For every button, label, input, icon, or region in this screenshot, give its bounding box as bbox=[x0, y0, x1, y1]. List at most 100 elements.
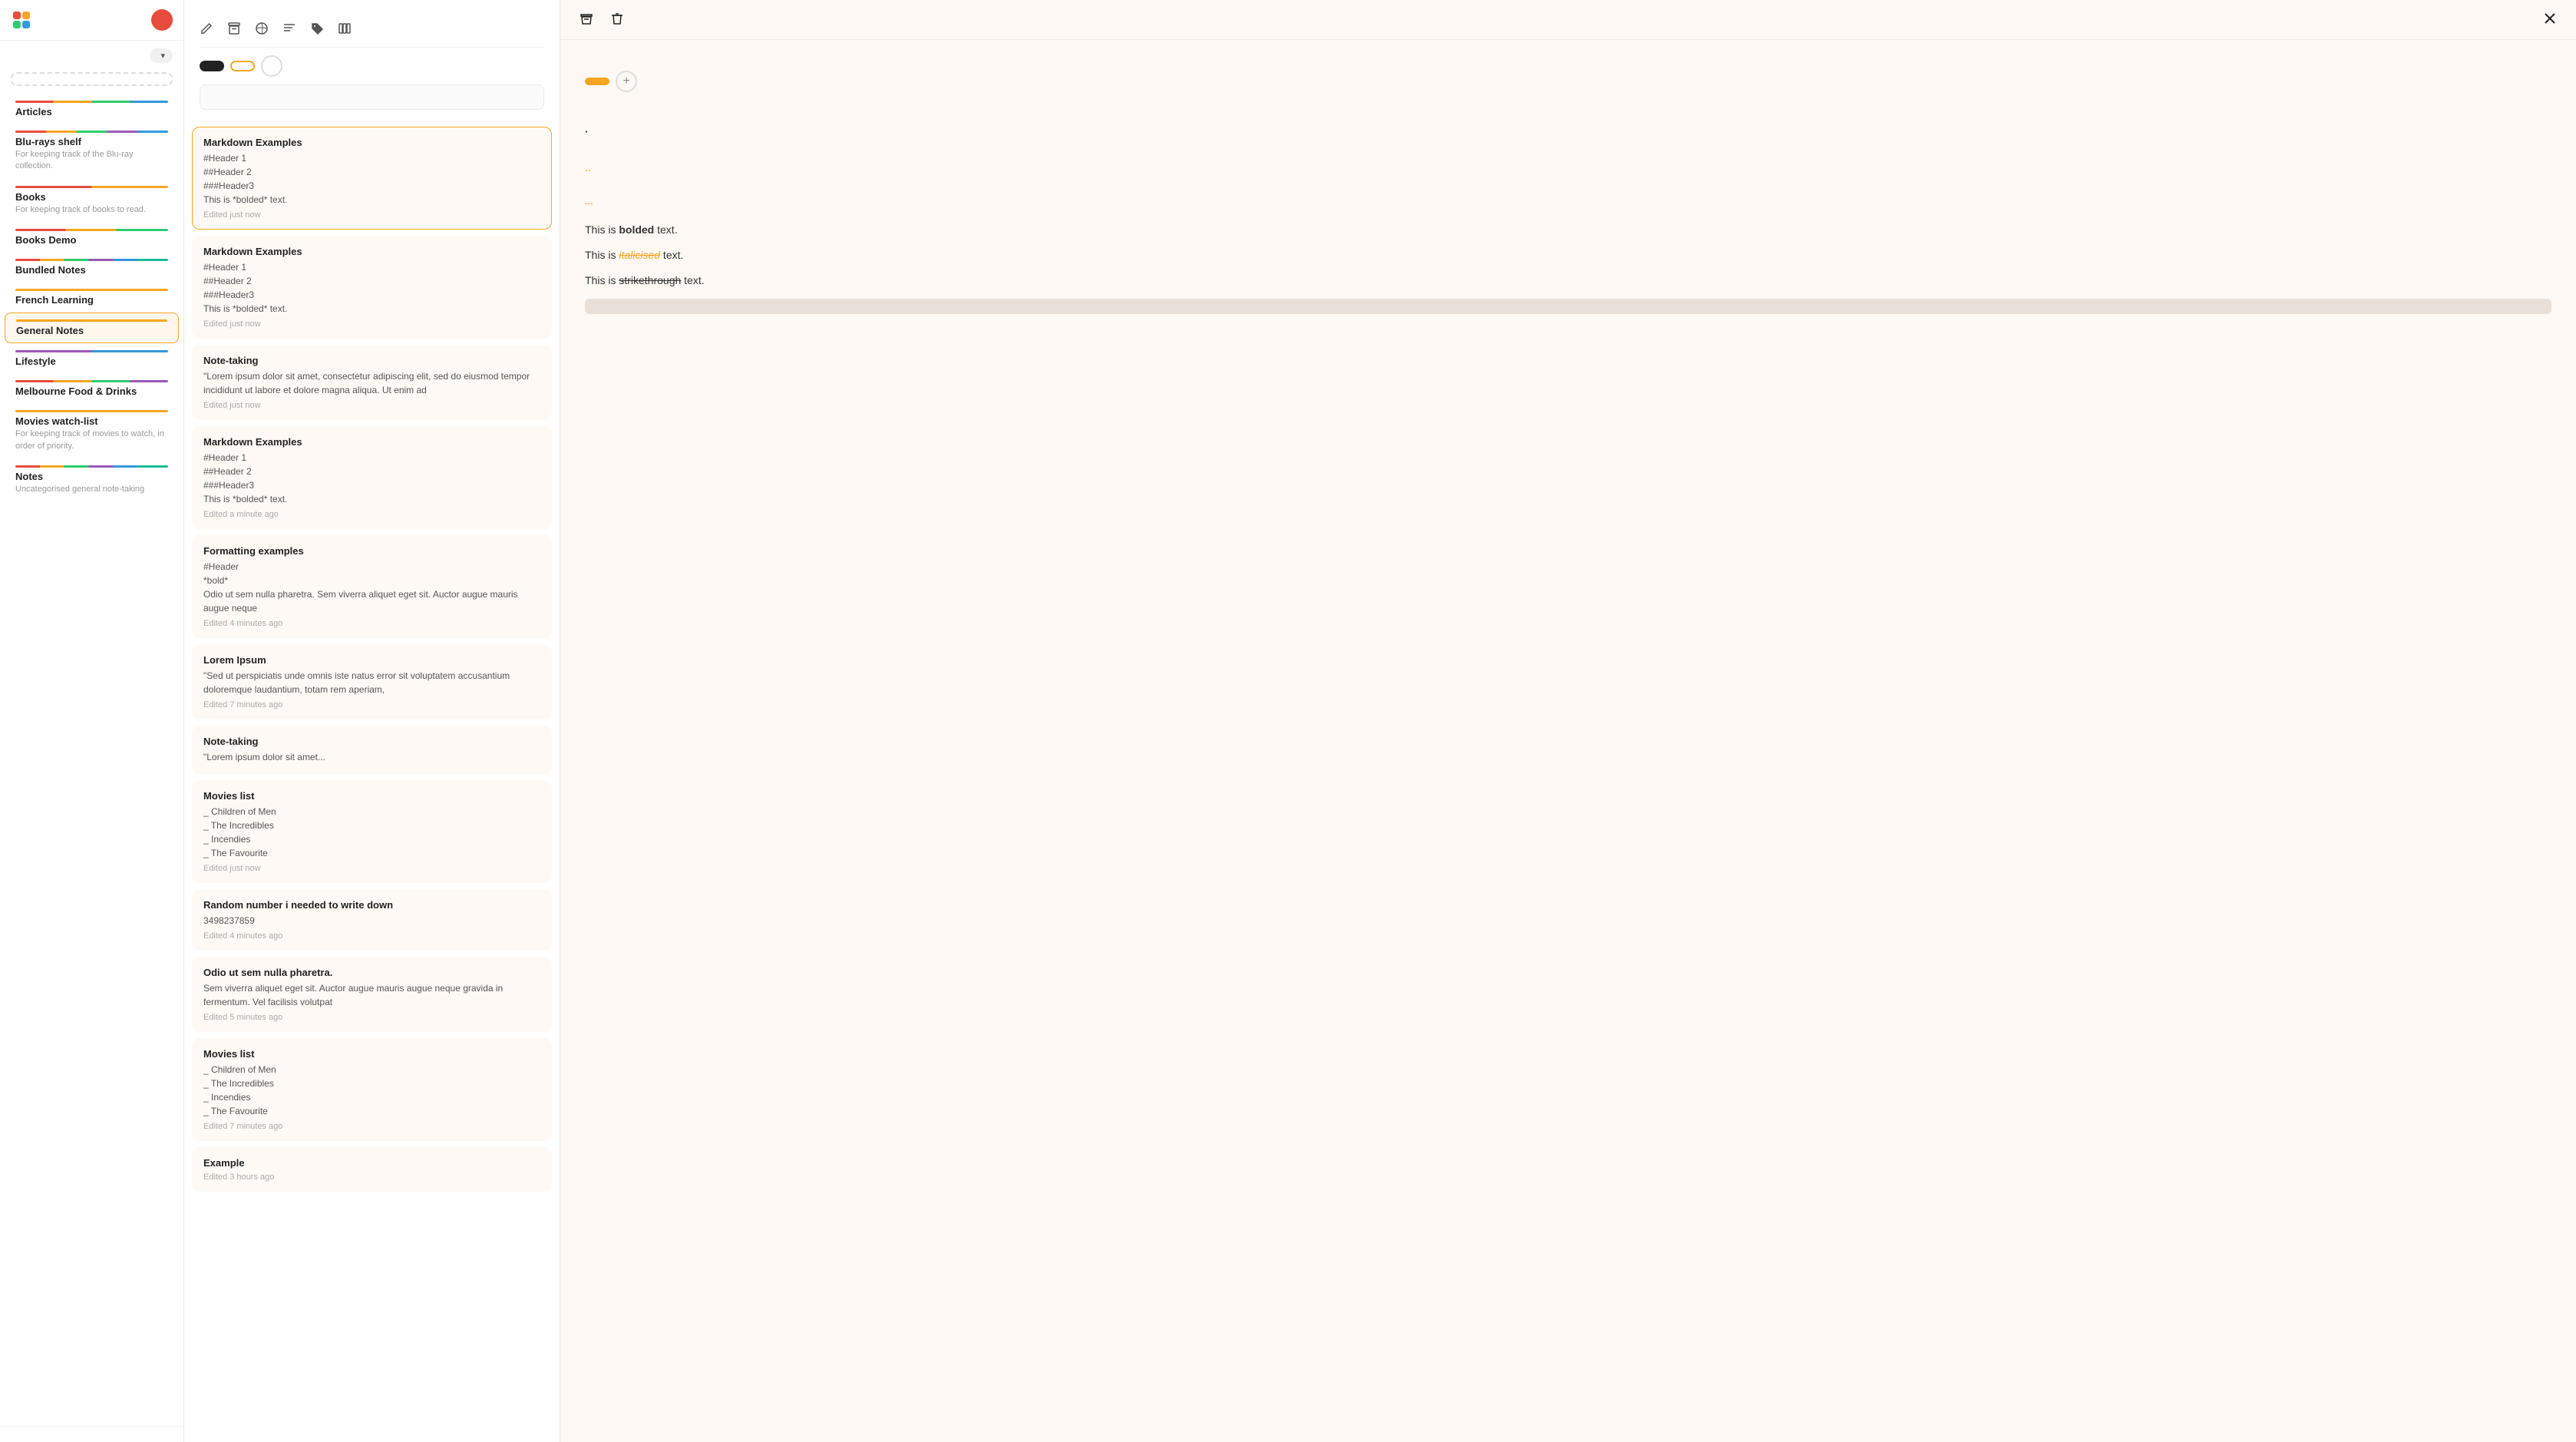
sidebar-item-booksdemo[interactable]: Books Demo bbox=[5, 223, 179, 252]
markdown-body: · ·· ··· This is bolded text. This is it… bbox=[585, 111, 2551, 314]
boards-button[interactable] bbox=[338, 21, 352, 38]
note-card-time: Edited just now bbox=[203, 401, 540, 410]
modify-button[interactable] bbox=[200, 21, 213, 38]
bundle-name: Melbourne Food & Drinks bbox=[15, 385, 168, 397]
note-card[interactable]: Random number i needed to write down 349… bbox=[192, 889, 552, 951]
sidebar-list: Articles Blu-rays shelf For keeping trac… bbox=[0, 91, 183, 1426]
note-card-body: Sem viverra aliquet eget sit. Auctor aug… bbox=[203, 981, 540, 1009]
note-card[interactable]: Markdown Examples #Header 1##Header 2###… bbox=[192, 236, 552, 339]
sort-button[interactable] bbox=[282, 21, 296, 38]
bundle-name: Movies watch-list bbox=[15, 415, 168, 427]
toolbar bbox=[200, 21, 544, 48]
tag-badge[interactable] bbox=[585, 78, 609, 85]
bundle-bar bbox=[15, 350, 168, 352]
code-block bbox=[585, 299, 2551, 314]
note-card-body: #Header*bold*Odio ut sem nulla pharetra.… bbox=[203, 560, 540, 615]
detail-toolbar bbox=[560, 0, 2576, 40]
bundle-bar bbox=[15, 259, 168, 261]
bundle-desc: For keeping track of books to read. bbox=[15, 204, 168, 216]
sort-button[interactable]: ▾ bbox=[150, 48, 173, 63]
bundle-bar bbox=[15, 101, 168, 103]
close-button[interactable] bbox=[2542, 11, 2558, 28]
note-card-title: Movies list bbox=[203, 1048, 540, 1060]
note-card[interactable]: Example Edited 3 hours ago bbox=[192, 1147, 552, 1192]
note-card[interactable]: Formatting examples #Header*bold*Odio ut… bbox=[192, 535, 552, 638]
filter-add-button[interactable] bbox=[261, 55, 282, 77]
delete-icon bbox=[609, 11, 625, 26]
bundle-name: Articles bbox=[15, 106, 168, 117]
note-card-title: Note-taking bbox=[203, 355, 540, 366]
note-card[interactable]: Lorem Ipsum "Sed ut perspiciatis unde om… bbox=[192, 644, 552, 719]
bundle-name: French Learning bbox=[15, 294, 168, 306]
tag-options-button[interactable] bbox=[310, 21, 324, 38]
sidebar-item-articles[interactable]: Articles bbox=[5, 94, 179, 124]
bundle-bar bbox=[15, 229, 168, 231]
sidebar-item-lifestyle[interactable]: Lifestyle bbox=[5, 344, 179, 373]
note-card[interactable]: Markdown Examples #Header 1##Header 2###… bbox=[192, 127, 552, 230]
close-icon bbox=[2542, 11, 2558, 26]
note-card-body: _ Children of Men_ The Incredibles_ Ince… bbox=[203, 805, 540, 860]
note-card-time: Edited just now bbox=[203, 319, 540, 329]
layout-icon bbox=[255, 21, 269, 35]
sidebar-header bbox=[0, 0, 183, 41]
archive-button[interactable] bbox=[579, 11, 594, 28]
note-card-time: Edited 3 hours ago bbox=[203, 1172, 540, 1182]
sidebar-item-bundled[interactable]: Bundled Notes bbox=[5, 253, 179, 282]
note-card-time: Edited 7 minutes ago bbox=[203, 700, 540, 709]
bundle-bar bbox=[15, 465, 168, 468]
filter-general-button[interactable] bbox=[230, 61, 255, 71]
entries-info bbox=[184, 117, 560, 127]
sidebar-item-general[interactable]: General Notes bbox=[5, 313, 179, 343]
sidebar-footer bbox=[0, 1426, 183, 1442]
md-h2: ·· bbox=[585, 154, 2551, 184]
filter-row bbox=[184, 48, 560, 77]
strike-text: strikethrough bbox=[619, 274, 681, 286]
note-card-body: #Header 1##Header 2###Header3This is *bo… bbox=[203, 260, 540, 316]
sidebar-item-melbourne[interactable]: Melbourne Food & Drinks bbox=[5, 374, 179, 403]
detail-tags: + bbox=[585, 71, 2551, 92]
bold-text: bolded bbox=[619, 223, 654, 236]
h1-prefix: · bbox=[585, 126, 588, 137]
note-card-body: #Header 1##Header 2###Header3This is *bo… bbox=[203, 451, 540, 506]
bundle-name: Notes bbox=[15, 471, 168, 482]
note-card-time: Edited 4 minutes ago bbox=[203, 931, 540, 941]
note-card[interactable]: Markdown Examples #Header 1##Header 2###… bbox=[192, 426, 552, 529]
bundles-header: ▾ bbox=[0, 41, 183, 68]
note-card-time: Edited just now bbox=[203, 210, 540, 220]
bundle-name: Blu-rays shelf bbox=[15, 136, 168, 147]
note-card[interactable]: Note-taking "Lorem ipsum dolor sit amet,… bbox=[192, 345, 552, 420]
app-logo-icon bbox=[11, 9, 32, 31]
sidebar-item-books[interactable]: Books For keeping track of books to read… bbox=[5, 180, 179, 222]
bundle-bar bbox=[15, 410, 168, 412]
note-card-time: Edited just now bbox=[203, 864, 540, 873]
sidebar-item-movies[interactable]: Movies watch-list For keeping track of m… bbox=[5, 404, 179, 458]
note-card[interactable]: Note-taking "Lorem ipsum dolor sit amet.… bbox=[192, 726, 552, 774]
note-card-title: Markdown Examples bbox=[203, 436, 540, 448]
layout-button[interactable] bbox=[255, 21, 269, 38]
notes-archive-button[interactable] bbox=[227, 21, 241, 38]
note-card[interactable]: Odio ut sem nulla pharetra. Sem viverra … bbox=[192, 957, 552, 1032]
bundle-name: General Notes bbox=[16, 325, 167, 336]
note-card-title: Random number i needed to write down bbox=[203, 899, 540, 911]
user-avatar[interactable] bbox=[151, 9, 173, 31]
md-h3: ··· bbox=[585, 190, 2551, 214]
detail-panel-wrapper: + · ·· ··· This is bolded text. This is … bbox=[560, 0, 2576, 1442]
bundle-name: Bundled Notes bbox=[15, 264, 168, 276]
filter-all-button[interactable] bbox=[200, 61, 224, 71]
sidebar-item-notes[interactable]: Notes Uncategorised general note-taking bbox=[5, 459, 179, 501]
sidebar-item-french[interactable]: French Learning bbox=[5, 283, 179, 312]
md-bold-paragraph: This is bolded text. bbox=[585, 220, 2551, 240]
delete-button[interactable] bbox=[609, 11, 625, 28]
md-h1: · bbox=[585, 111, 2551, 147]
search-input[interactable] bbox=[200, 84, 544, 110]
note-card[interactable]: Movies list _ Children of Men_ The Incre… bbox=[192, 780, 552, 883]
note-card[interactable]: Movies list _ Children of Men_ The Incre… bbox=[192, 1038, 552, 1141]
bundle-bar bbox=[15, 289, 168, 291]
tag-add-button[interactable]: + bbox=[616, 71, 637, 92]
md-italic-paragraph: This is italicised text. bbox=[585, 246, 2551, 265]
archive-icon bbox=[579, 11, 594, 26]
add-bundle-button[interactable] bbox=[11, 72, 173, 86]
note-card-body: #Header 1##Header 2###Header3This is *bo… bbox=[203, 151, 540, 207]
note-card-title: Example bbox=[203, 1157, 540, 1169]
sidebar-item-blurays[interactable]: Blu-rays shelf For keeping track of the … bbox=[5, 124, 179, 179]
